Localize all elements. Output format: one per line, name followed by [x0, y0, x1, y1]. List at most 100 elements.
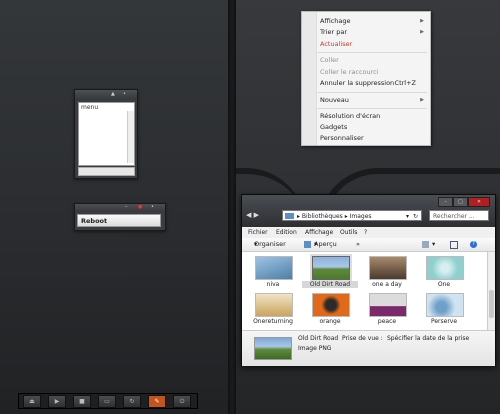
- ctx-item-actualiser[interactable]: Actualiser: [320, 39, 426, 50]
- menu-gadget-label: menu: [81, 104, 99, 111]
- reboot-gadget: – ● • Reboot: [74, 203, 166, 231]
- context-menu-gutter: [302, 12, 317, 145]
- ctx-item-label: Résolution d'écran: [320, 112, 381, 120]
- ctx-item-label: Trier par: [320, 28, 348, 36]
- chevron-down-icon[interactable]: ▾: [432, 238, 435, 251]
- ctx-item-label: Coller le raccourci: [320, 68, 379, 76]
- ctx-item-coller-raccourci[interactable]: Coller le raccourci: [320, 67, 426, 78]
- reboot-button[interactable]: Reboot: [77, 214, 161, 227]
- organize-button[interactable]: Organiser ▾: [254, 238, 286, 251]
- file-label[interactable]: One: [416, 281, 472, 288]
- gadget-close-icon[interactable]: •: [123, 91, 126, 97]
- organize-label: Organiser: [254, 240, 286, 248]
- menu-gadget-list[interactable]: menu: [78, 102, 135, 166]
- file-label[interactable]: orange: [302, 318, 358, 325]
- file-thumbnail[interactable]: [369, 293, 407, 317]
- gadget-titlebar[interactable]: – ● •: [75, 204, 165, 212]
- details-file-name: Old Dirt Road: [298, 335, 339, 342]
- close-icon[interactable]: ✕: [468, 197, 490, 207]
- explorer-titlebar[interactable]: – □ ✕ ◀ ▶ ▸ Bibliothèques ▸ Images ▾ ↻ R…: [242, 195, 495, 227]
- file-grid: niva Old Dirt Road one a day One Oneretu…: [242, 252, 488, 330]
- help-icon[interactable]: ?: [470, 241, 477, 248]
- camera-icon[interactable]: ■: [73, 395, 91, 408]
- ctx-separator: [318, 92, 427, 93]
- file-label[interactable]: one a day: [359, 281, 415, 288]
- file-thumbnail[interactable]: [426, 256, 464, 280]
- file-label[interactable]: Old Dirt Road: [302, 281, 358, 288]
- file-thumbnail[interactable]: [255, 293, 293, 317]
- breadcrumb-bibliotheques[interactable]: Bibliothèques: [302, 213, 343, 220]
- menu-gadget: ▲ • menu: [74, 89, 138, 179]
- menu-outils[interactable]: Outils: [340, 227, 357, 238]
- ctx-item-label: Coller: [320, 56, 339, 64]
- gadget-record-icon[interactable]: ●: [138, 204, 142, 210]
- file-thumbnail[interactable]: [312, 256, 350, 280]
- ctx-item-personnaliser[interactable]: Personnaliser: [320, 133, 426, 144]
- chevron-down-icon[interactable]: ▾: [406, 211, 409, 222]
- breadcrumb-images[interactable]: Images: [350, 213, 372, 220]
- menu-gadget-hscrollbar[interactable]: [78, 167, 135, 176]
- scrollbar-thumb[interactable]: [489, 290, 494, 318]
- back-forward-icon[interactable]: ◀ ▶: [246, 211, 259, 219]
- submenu-arrow-icon: ▶: [420, 97, 424, 103]
- monitor-icon[interactable]: ▭: [98, 395, 116, 408]
- file-thumbnail[interactable]: [426, 293, 464, 317]
- menu-fichier[interactable]: Fichier: [248, 227, 268, 238]
- ctx-item-coller[interactable]: Coller: [320, 55, 426, 66]
- ctx-item-label: Gadgets: [320, 123, 348, 131]
- ctx-item-trier-par[interactable]: Trier par ▶: [320, 27, 426, 38]
- eject-icon[interactable]: ⏏: [23, 395, 41, 408]
- ctx-item-shortcut: Ctrl+Z: [394, 79, 416, 87]
- search-input[interactable]: Rechercher ...: [429, 210, 489, 221]
- refresh-icon[interactable]: ↻: [123, 395, 141, 408]
- explorer-toolbar: Organiser ▾ Aperçu ▾ » ▾ ?: [242, 238, 495, 252]
- menu-affichage[interactable]: Affichage: [305, 227, 333, 238]
- ctx-item-label: Annuler la suppression: [320, 79, 395, 87]
- ctx-separator: [318, 52, 427, 53]
- refresh-icon[interactable]: ↻: [413, 211, 418, 222]
- gadget-dash-icon[interactable]: –: [125, 204, 128, 210]
- address-bar[interactable]: ▸ Bibliothèques ▸ Images ▾ ↻: [282, 210, 422, 221]
- ctx-item-gadgets[interactable]: Gadgets: [320, 122, 426, 133]
- submenu-arrow-icon: ▶: [420, 29, 424, 35]
- menu-gadget-scrollbar[interactable]: [127, 111, 134, 163]
- folder-icon: [285, 213, 294, 219]
- file-thumbnail[interactable]: [369, 256, 407, 280]
- file-label[interactable]: niva: [245, 281, 301, 288]
- power-icon[interactable]: ⏻: [173, 395, 191, 408]
- ctx-item-annuler-suppression[interactable]: Annuler la suppression Ctrl+Z: [320, 78, 426, 89]
- ctx-item-label: Personnaliser: [320, 134, 364, 142]
- ctx-item-resolution[interactable]: Résolution d'écran: [320, 111, 426, 122]
- details-file-type: Image PNG: [298, 345, 332, 352]
- gadget-close-icon[interactable]: •: [151, 204, 154, 210]
- menu-help[interactable]: ?: [364, 227, 367, 238]
- ctx-item-label: Actualiser: [320, 40, 353, 48]
- menu-edition[interactable]: Edition: [276, 227, 297, 238]
- file-label[interactable]: Onereturning: [245, 318, 301, 325]
- search-placeholder: Rechercher ...: [433, 213, 475, 220]
- explorer-window: – □ ✕ ◀ ▶ ▸ Bibliothèques ▸ Images ▾ ↻ R…: [241, 194, 496, 366]
- file-thumbnail[interactable]: [312, 293, 350, 317]
- gadget-titlebar[interactable]: ▲ •: [75, 90, 137, 100]
- file-label[interactable]: peace: [359, 318, 415, 325]
- ctx-item-label: Affichage: [320, 17, 351, 25]
- tools-icon[interactable]: ✎: [148, 395, 166, 408]
- preview-label: Aperçu: [314, 240, 337, 248]
- file-thumbnail[interactable]: [255, 256, 293, 280]
- minimize-icon[interactable]: –: [438, 197, 453, 207]
- ctx-item-nouveau[interactable]: Nouveau ▶: [320, 95, 426, 106]
- taskbar: ⏏ ▶ ■ ▭ ↻ ✎ ⏻: [18, 393, 198, 409]
- ctx-item-affichage[interactable]: Affichage ▶: [320, 16, 426, 27]
- play-icon[interactable]: ▶: [48, 395, 66, 408]
- maximize-icon[interactable]: □: [453, 197, 468, 207]
- file-grid-scrollbar[interactable]: [487, 252, 495, 330]
- file-label[interactable]: Perserve: [416, 318, 472, 325]
- preview-button[interactable]: Aperçu ▾: [314, 238, 337, 251]
- details-field-label: Prise de vue :: [342, 335, 383, 342]
- view-options-icon[interactable]: [422, 241, 429, 248]
- gadget-minimize-icon[interactable]: ▲: [111, 91, 115, 97]
- submenu-arrow-icon: ▶: [420, 18, 424, 24]
- details-field-value[interactable]: Spécifier la date de la prise: [387, 335, 469, 342]
- more-chevron-icon[interactable]: »: [356, 238, 360, 251]
- preview-pane-icon[interactable]: [450, 241, 458, 249]
